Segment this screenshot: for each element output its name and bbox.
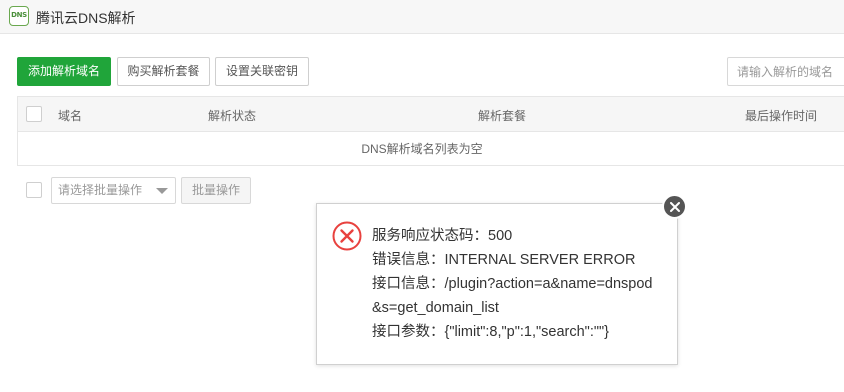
api-params-line: 接口参数：{"limit":8,"p":1,"search":""} [372,324,609,340]
select-all-checkbox[interactable] [26,106,42,122]
domain-table: 域名 解析状态 解析套餐 最后操作时间 DNS解析域名列表为空 [17,96,844,166]
buy-plan-button[interactable]: 购买解析套餐 [117,57,210,86]
title-bar: DNS 腾讯云DNS解析 [0,0,844,34]
caret-down-icon [156,188,168,194]
error-info-line: 错误信息：INTERNAL SERVER ERROR [372,252,636,268]
column-header-plan: 解析套餐 [478,109,527,123]
column-header-status: 解析状态 [208,109,257,123]
column-header-last-operation-time: 最后操作时间 [745,109,818,123]
batch-operation-button[interactable]: 批量操作 [181,177,251,204]
dns-logo-icon: DNS [9,6,29,26]
api-info-line: 接口信息：/plugin?action=a&name=dnspod&s=get_… [372,276,653,316]
close-dialog-button[interactable] [662,194,687,219]
batch-select-checkbox[interactable] [26,182,42,198]
batch-select-placeholder: 请选择批量操作 [58,183,143,197]
table-header: 域名 解析状态 解析套餐 最后操作时间 [18,97,844,132]
empty-table-message: DNS解析域名列表为空 [361,142,483,156]
close-icon [669,201,680,212]
error-icon [332,221,362,251]
error-dialog: 服务响应状态码：500 错误信息：INTERNAL SERVER ERROR 接… [316,203,678,365]
app-title: 腾讯云DNS解析 [36,10,136,26]
column-header-domain: 域名 [58,109,83,123]
status-code-line: 服务响应状态码：500 [372,228,513,244]
set-key-button[interactable]: 设置关联密钥 [215,57,309,86]
search-domain-input[interactable] [727,57,844,86]
batch-operation-select[interactable]: 请选择批量操作 [51,177,176,204]
error-message: 服务响应状态码：500 错误信息：INTERNAL SERVER ERROR 接… [372,224,662,344]
add-domain-button[interactable]: 添加解析域名 [17,57,111,86]
